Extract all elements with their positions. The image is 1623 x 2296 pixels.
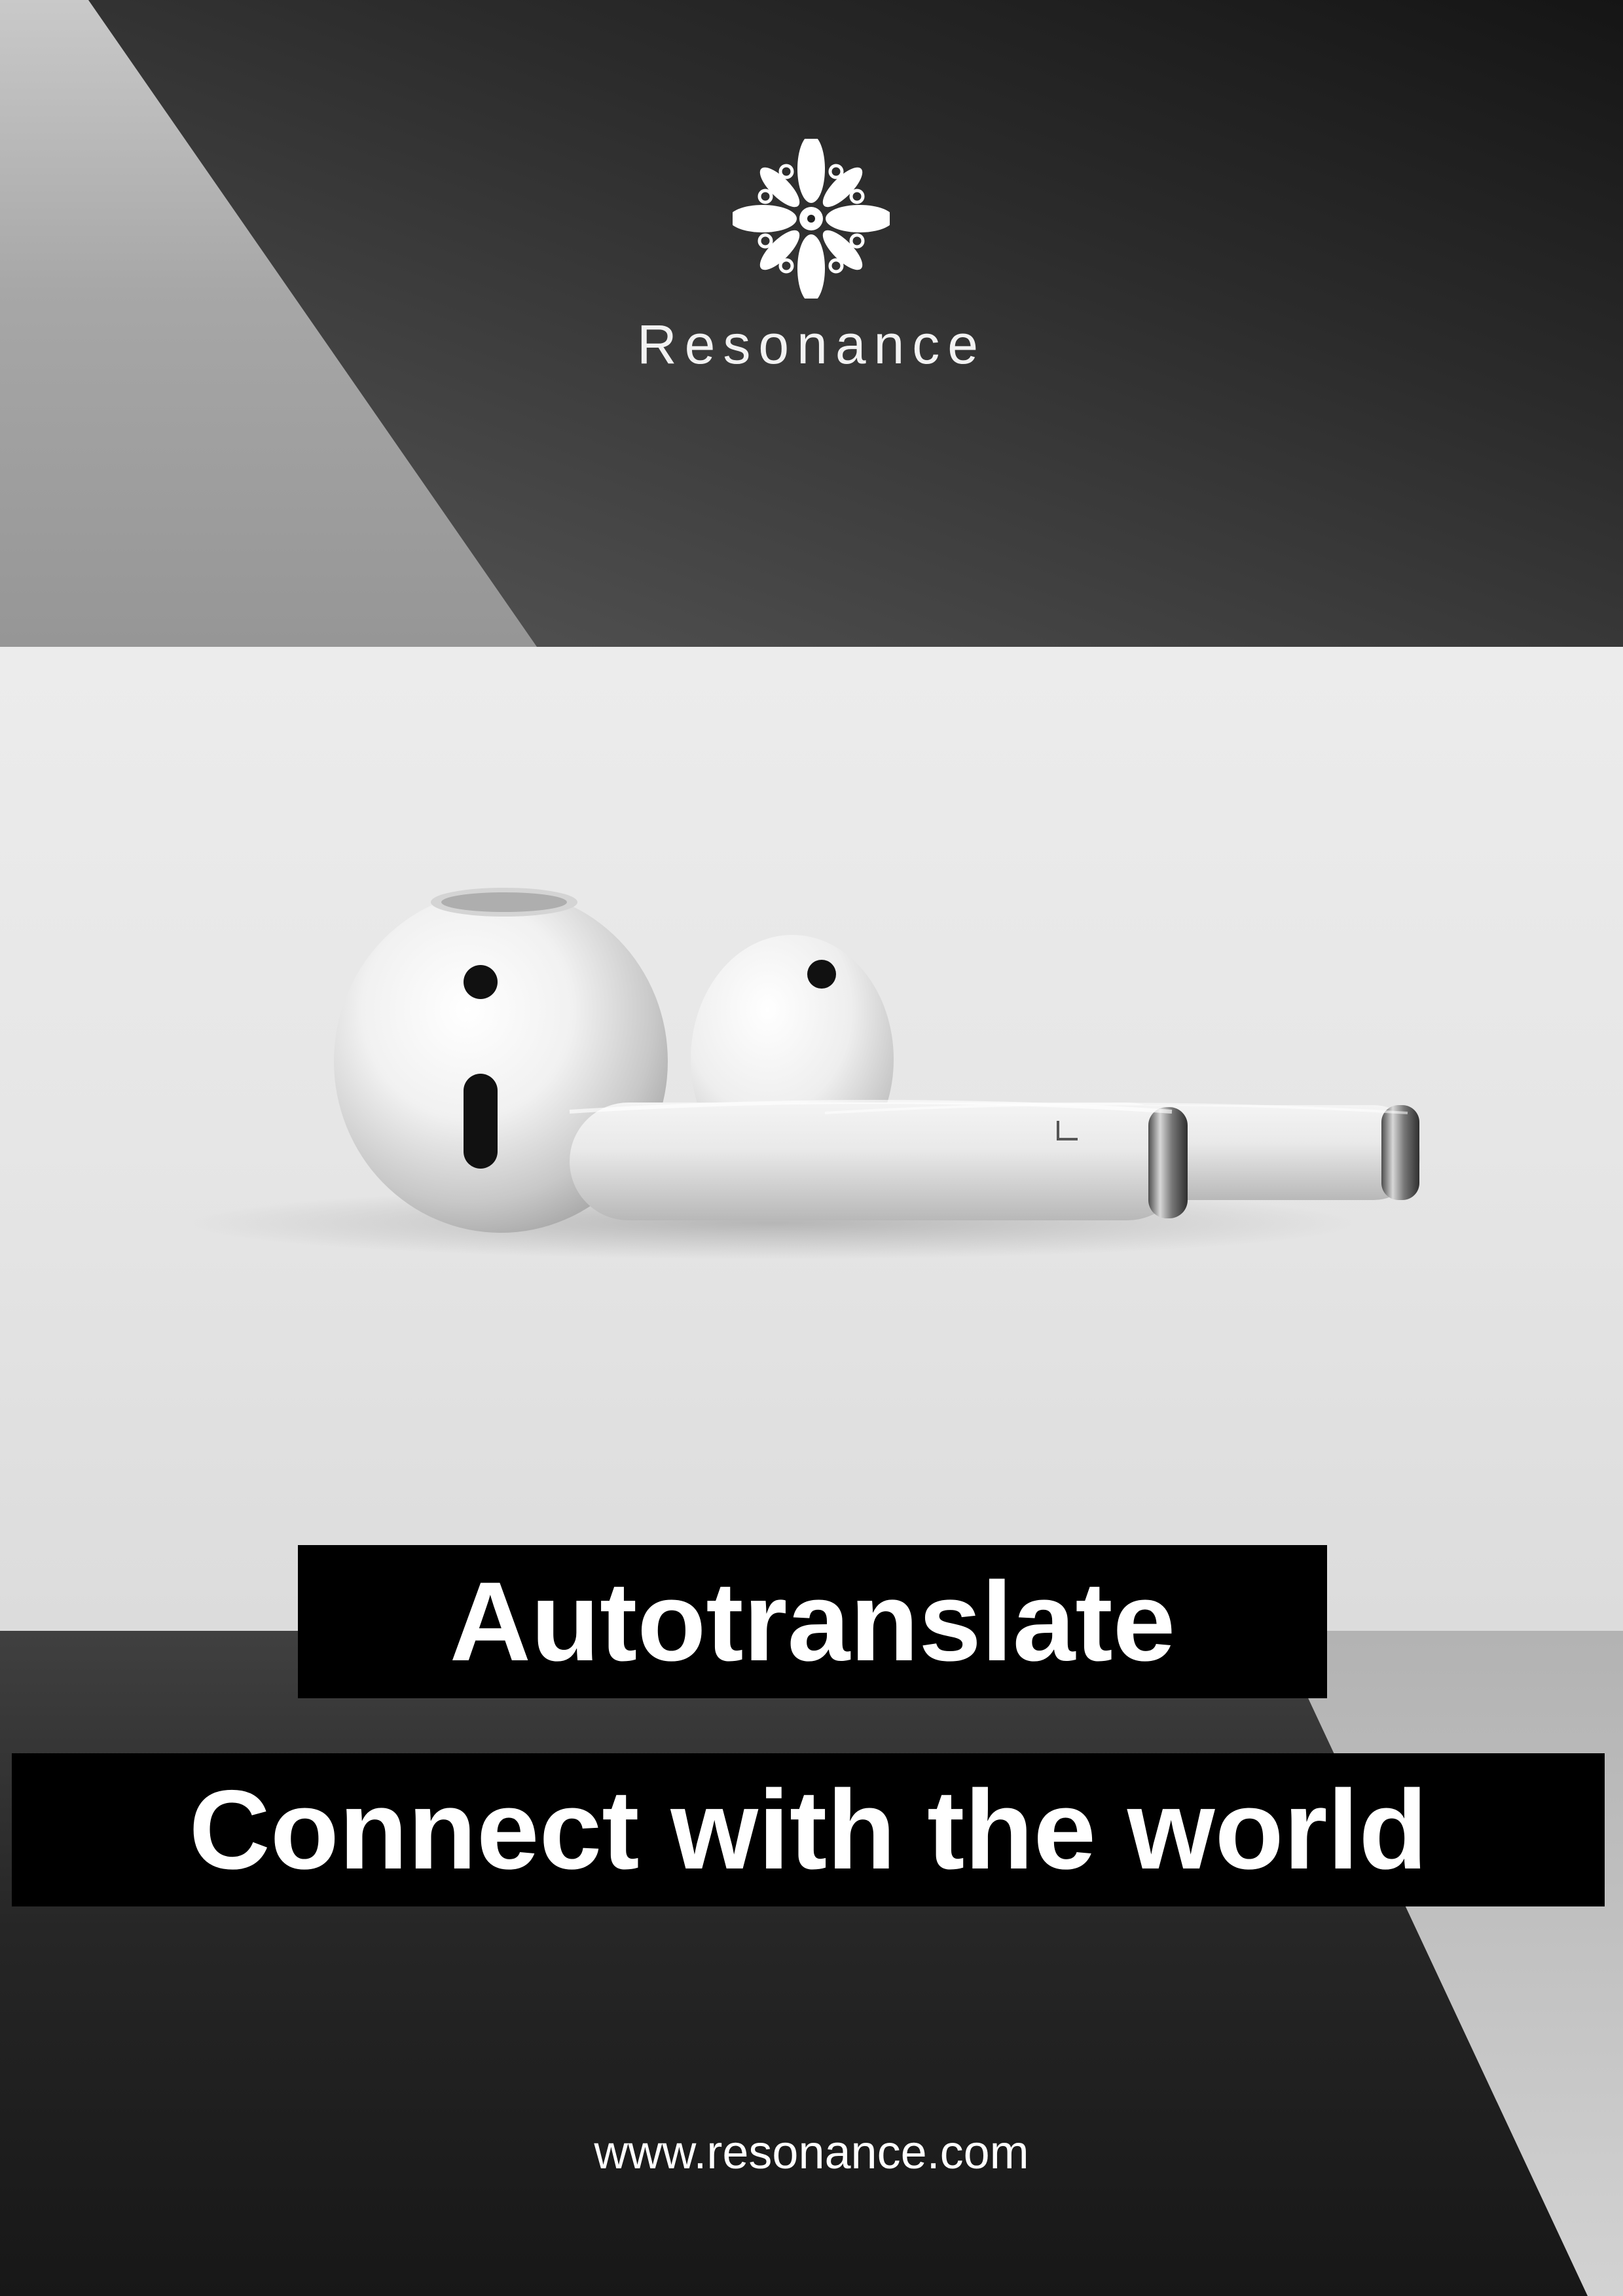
floral-logo-icon — [729, 135, 894, 302]
bottom-right-gray-facet — [1277, 1631, 1623, 2296]
poster: Resonance Autotranslate Connect with the… — [0, 0, 1623, 2296]
bottom-panel — [0, 1631, 1623, 2296]
website-url: www.resonance.com — [594, 2126, 1029, 2179]
product-photo — [0, 647, 1623, 1631]
top-panel: Resonance — [0, 0, 1623, 647]
primary-headline: Autotranslate — [298, 1545, 1327, 1698]
secondary-headline: Connect with the world — [12, 1753, 1605, 1906]
brand-name: Resonance — [637, 314, 986, 375]
